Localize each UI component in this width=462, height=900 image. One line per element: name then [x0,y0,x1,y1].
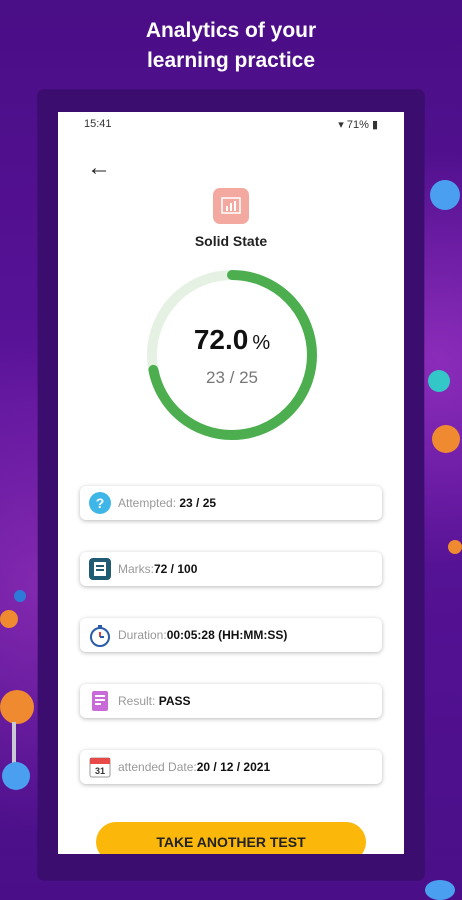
headline: Analytics of your learning practice [0,16,462,76]
battery-percent: 71% [346,119,369,131]
duration-value: 00:05:28 (HH:MM:SS) [166,628,288,642]
result-label: Result: [118,694,156,708]
molecule-ball [428,370,450,392]
status-bar: 15:41 ▾ 71% ▮ [58,118,404,134]
molecule-ball [425,880,455,900]
app-screen: 15:41 ▾ 71% ▮ ← Solid State 72.0% 23 / 2… [58,112,404,854]
percent-unit: % [252,332,271,354]
result-icon [92,691,108,711]
result-card: Result: PASS [80,684,382,718]
attempted-label: Attempted: [118,496,177,510]
stopwatch-icon [90,625,110,647]
duration-card: Duration:00:05:28 (HH:MM:SS) [80,618,382,652]
chart-board-icon [213,188,249,224]
status-time: 15:41 [84,118,112,130]
svg-text:31: 31 [95,766,105,776]
svg-text:?: ? [96,495,105,511]
molecule-ball [0,610,18,628]
marks-icon [89,558,111,580]
molecule-ball [0,690,34,724]
marks-card: Marks:72 / 100 [80,552,382,586]
date-card: 31 attended Date:20 / 12 / 2021 [80,750,382,784]
molecule-ball [430,180,460,210]
take-another-test-button[interactable]: TAKE ANOTHER TEST [96,822,366,854]
back-button[interactable]: ← [86,156,112,182]
marks-value: 72 / 100 [154,562,198,576]
question-icon: ? [89,492,111,514]
battery-icon: ▮ [368,119,378,131]
calendar-icon: 31 [89,757,111,778]
attempted-card: ? Attempted: 23 / 25 [80,486,382,520]
back-arrow-icon: ← [87,154,111,181]
status-battery: ▾ 71% ▮ [338,118,378,131]
attempted-value: 23 / 25 [179,496,217,510]
percent-value: 72.0 [193,324,249,355]
date-label: attended Date: [118,760,197,774]
date-value: 20 / 12 / 2021 [196,760,271,774]
molecule-ball [14,590,26,602]
molecule-ball [448,540,462,554]
score-text: 23 / 25 [206,368,258,387]
headline-line-2: learning practice [146,49,316,72]
result-value: PASS [158,694,191,708]
duration-label: Duration: [118,628,167,642]
subject-title: Solid State [194,233,268,249]
headline-line-1: Analytics of your [145,19,317,42]
percent-display: 72.0% [145,324,319,356]
marks-label: Marks: [118,562,154,576]
molecule-ball [2,762,30,790]
molecule-ball [432,425,460,453]
signal-icon: ▾ [338,119,347,131]
